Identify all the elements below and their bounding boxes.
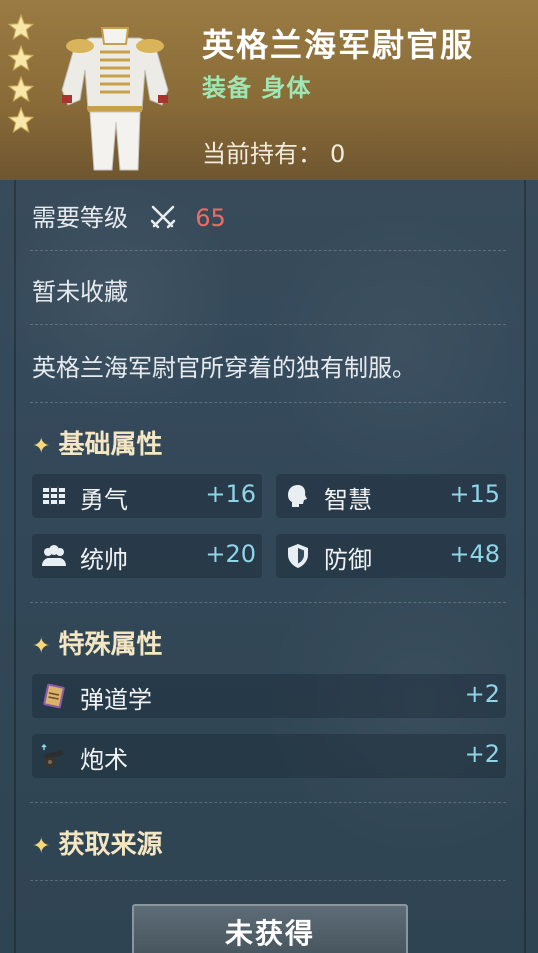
item-detail-panel: 英格兰海军尉官服 装备 身体 当前持有： 0 需要等级 65 暂未收藏 英格兰海军… [0,0,538,953]
item-description: 英格兰海军尉官所穿着的独有制服。 [32,354,416,382]
level-requirement-label: 需要等级 [32,204,128,232]
divider [30,802,506,803]
courage-icon [43,486,65,506]
divider [30,324,506,325]
attribute-value: +20 [205,540,256,568]
star-icon [8,45,34,71]
level-requirement: 需要等级 65 [32,198,226,233]
source-title: ✦ 获取来源 [32,824,162,861]
ballistics-book-icon [43,683,65,709]
uniform-portrait [61,27,169,171]
item-name: 英格兰海军尉官服 [202,26,475,64]
special-attributes-title: ✦ 特殊属性 [32,624,162,661]
owned-label: 当前持有： [202,140,322,168]
not-obtained-button[interactable]: 未获得 [132,904,408,953]
attribute-label: 统帅 [80,546,128,574]
divider [30,880,506,881]
attribute-value: +48 [449,540,500,568]
divider [30,402,506,403]
sparkle-icon: ✦ [32,634,51,659]
attribute-defense: 防御 +48 [276,534,506,578]
owned-value: 0 [330,140,346,168]
item-header: 英格兰海军尉官服 装备 身体 当前持有： 0 [0,0,538,180]
attribute-value: +16 [205,480,256,508]
attribute-wisdom: 智慧 +15 [276,474,506,518]
attribute-label: 智慧 [324,486,372,514]
attribute-value: +2 [464,680,500,708]
crossed-swords-icon [150,205,175,229]
attribute-label: 防御 [324,546,372,574]
owned-count: 当前持有： 0 [202,134,345,169]
wisdom-icon [288,485,307,507]
attribute-label: 弹道学 [80,686,152,714]
special-attributes-title-text: 特殊属性 [58,630,163,660]
attribute-leadership: 统帅 +20 [32,534,262,578]
level-requirement-value: 65 [195,204,226,232]
attribute-ballistics: 弹道学 +2 [32,674,506,718]
cannon-icon [41,743,64,767]
attribute-value: +2 [464,740,500,768]
basic-attributes-title-text: 基础属性 [58,430,163,460]
leadership-icon [42,545,66,566]
defense-icon [288,544,308,568]
sparkle-icon: ✦ [32,834,51,859]
attribute-gunnery: 炮术 +2 [32,734,506,778]
basic-attributes-title: ✦ 基础属性 [32,424,162,461]
panel-border-left [14,180,16,953]
sparkle-icon: ✦ [32,434,51,459]
attribute-label: 勇气 [80,486,128,514]
source-title-text: 获取来源 [58,830,163,860]
divider [30,602,506,603]
collection-status: 暂未收藏 [32,278,128,306]
star-icon [8,107,34,133]
attribute-label: 炮术 [80,746,128,774]
star-icon [8,14,34,40]
attribute-courage: 勇气 +16 [32,474,262,518]
star-icon [8,76,34,102]
attribute-value: +15 [449,480,500,508]
item-category: 装备 身体 [202,74,312,102]
rarity-stars [8,14,34,138]
panel-border-right [524,180,526,953]
divider [30,250,506,251]
